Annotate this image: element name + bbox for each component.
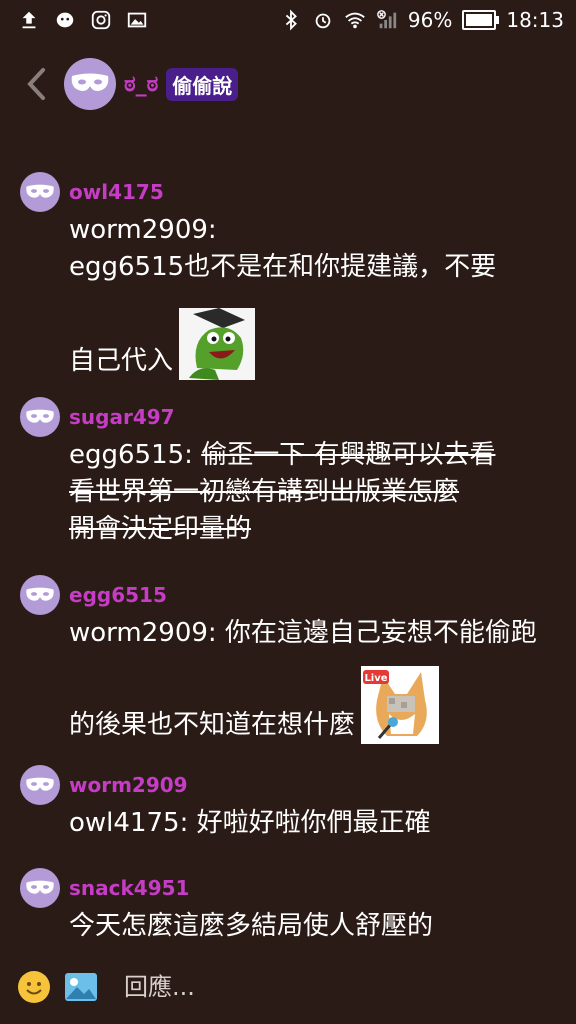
fox-live-sticker[interactable]: Live <box>361 666 440 744</box>
bluetooth-icon <box>280 9 302 31</box>
kermit-sticker-image <box>179 308 256 380</box>
header-avatar[interactable] <box>64 58 116 110</box>
strikethrough-text: 開會決定印量的 <box>69 514 252 544</box>
strikethrough-text: 偷歪一下 有興趣可以去看 <box>201 440 496 470</box>
no-signal-icon <box>376 9 398 31</box>
message-line: egg6515: 偷歪一下 有興趣可以去看 <box>69 437 559 474</box>
wifi-icon <box>344 9 366 31</box>
message-line: 自己代入 <box>69 346 174 376</box>
status-bar: 96% 18:13 <box>0 0 576 40</box>
avatar[interactable] <box>20 765 60 805</box>
mask-icon <box>26 777 54 791</box>
message-text: 今天怎麼這麼多結局使人舒壓的 <box>69 908 559 945</box>
chevron-left-icon <box>27 68 45 100</box>
message-text: worm2909: egg6515也不是在和你提建議，不要 自己代入 <box>69 212 559 380</box>
smiley-icon <box>19 972 49 1002</box>
message-username[interactable]: egg6515 <box>69 583 167 607</box>
battery-percent: 96% <box>407 8 453 32</box>
header-badge: 偷偷說 <box>166 67 239 101</box>
message-line: worm2909: 你在這邊自己妄想不能偷跑 <box>69 618 537 648</box>
avatar[interactable] <box>20 397 60 437</box>
chat-app-icon <box>54 9 76 31</box>
reply-bar <box>0 960 576 1014</box>
message-mention: egg6515: <box>69 440 202 470</box>
reply-input[interactable] <box>122 972 506 1002</box>
avatar[interactable] <box>20 575 60 615</box>
clock: 18:13 <box>506 8 564 32</box>
live-label: Live <box>364 673 387 684</box>
alarm-icon <box>312 9 334 31</box>
picture-icon <box>65 973 97 1001</box>
image-upload-button[interactable] <box>64 972 98 1002</box>
message-text: egg6515: 偷歪一下 有興趣可以去看 看世界第一初戀有講到出版業怎麼 開會… <box>69 437 559 548</box>
message-text: worm2909: 你在這邊自己妄想不能偷跑 的後果也不知道在想什麼 Live <box>69 615 559 744</box>
strikethrough-text: 看世界第一初戀有講到出版業怎麼 <box>69 477 460 507</box>
message-line: egg6515也不是在和你提建議，不要 <box>69 252 497 282</box>
message-line: 的後果也不知道在想什麼 <box>69 710 356 740</box>
message-line: worm2909: <box>69 215 217 245</box>
back-button[interactable] <box>16 54 56 114</box>
message-line-with-sticker: 自己代入 <box>69 306 559 380</box>
emoji-button[interactable] <box>18 971 50 1003</box>
mask-icon <box>71 73 109 91</box>
fox-sticker-image: Live <box>361 666 440 744</box>
message-text: owl4175: 好啦好啦你們最正確 <box>69 805 559 842</box>
avatar[interactable] <box>20 868 60 908</box>
chat-header: ಠ_ಠ 偷偷說 <box>0 44 576 124</box>
message-line: owl4175: 好啦好啦你們最正確 <box>69 808 431 838</box>
message-line-with-sticker: 的後果也不知道在想什麼 Live <box>69 664 559 744</box>
upload-icon <box>18 9 40 31</box>
mask-icon <box>26 587 54 601</box>
message-username[interactable]: sugar497 <box>69 405 175 429</box>
message-username[interactable]: owl4175 <box>69 180 164 204</box>
message-username[interactable]: snack4951 <box>69 876 189 900</box>
header-username: ಠ_ಠ <box>124 71 159 97</box>
mask-icon <box>26 409 54 423</box>
instagram-icon <box>90 9 112 31</box>
mask-icon <box>26 880 54 894</box>
message-line: 今天怎麼這麼多結局使人舒壓的 <box>69 911 434 941</box>
mask-icon <box>26 184 54 198</box>
avatar[interactable] <box>20 172 60 212</box>
battery-icon <box>462 10 500 30</box>
kermit-sticker[interactable] <box>179 308 256 380</box>
image-icon <box>126 9 148 31</box>
message-username[interactable]: worm2909 <box>69 773 188 797</box>
